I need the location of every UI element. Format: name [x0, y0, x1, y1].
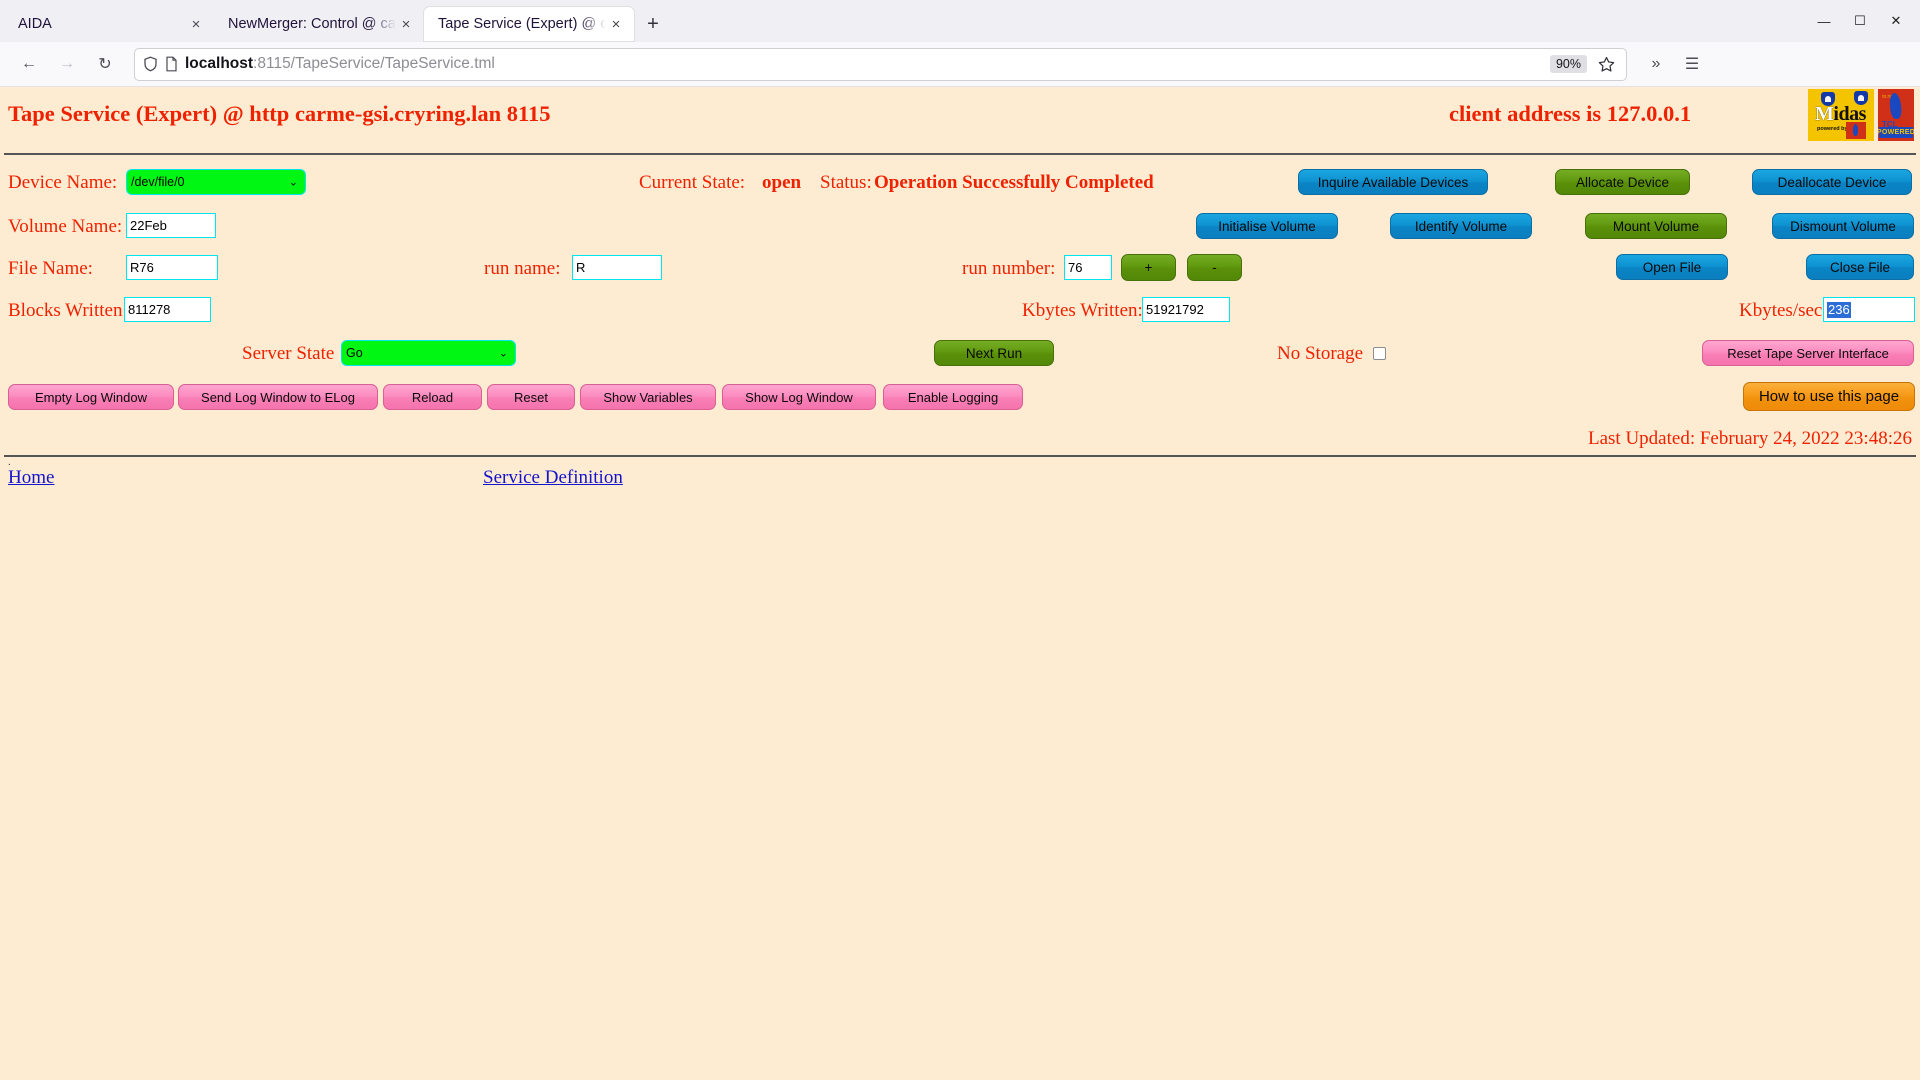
server-state-select[interactable]: Go — [341, 340, 516, 366]
kbytes-per-sec-field-wrap[interactable]: 236 — [1823, 297, 1915, 322]
tab-newmerger[interactable]: NewMerger: Control @ carme × — [214, 7, 424, 41]
run-number-decrement-button[interactable]: - — [1187, 254, 1242, 281]
page-icon — [165, 56, 178, 72]
kbytes-written-input[interactable] — [1142, 297, 1230, 322]
device-name-select[interactable]: /dev/file/0 — [126, 169, 306, 195]
server-state-label: Server State — [242, 343, 334, 365]
page-title: Tape Service (Expert) @ http carme-gsi.c… — [8, 101, 551, 127]
reset-button[interactable]: Reset — [487, 384, 575, 410]
file-name-input[interactable] — [126, 255, 218, 280]
tape-service-form: Device Name: /dev/file/0 ⌄ Current State… — [0, 155, 1920, 400]
how-to-use-this-page-button[interactable]: How to use this page — [1743, 382, 1915, 411]
no-storage-label: No Storage — [1277, 343, 1363, 365]
show-log-window-button[interactable]: Show Log Window — [722, 384, 876, 410]
url-host: localhost — [185, 55, 253, 72]
navigation-toolbar: ← → ↻ localhost:8115/TapeService/TapeSer… — [0, 42, 1920, 87]
reload-button[interactable]: Reload — [383, 384, 482, 410]
run-number-increment-button[interactable]: + — [1121, 254, 1176, 281]
show-variables-button[interactable]: Show Variables — [580, 384, 716, 410]
back-icon[interactable]: ← — [12, 47, 46, 81]
kbytes-per-sec-label: Kbytes/sec: — [1739, 300, 1828, 322]
status-label: Status: — [820, 172, 872, 194]
run-name-input[interactable] — [572, 255, 662, 280]
close-window-icon[interactable]: ✕ — [1878, 6, 1914, 36]
url-text: localhost:8115/TapeService/TapeService.t… — [185, 55, 495, 73]
empty-log-window-button[interactable]: Empty Log Window — [8, 384, 174, 410]
toolbar-right: » ☰ — [1639, 47, 1709, 81]
midas-logo-icon: Midas powered by — [1808, 89, 1874, 141]
volume-name-input[interactable] — [126, 213, 216, 238]
current-state-label: Current State: — [639, 172, 745, 194]
server-state-select-wrap[interactable]: Go ⌄ — [341, 340, 516, 366]
close-icon[interactable]: × — [186, 14, 206, 34]
run-number-label: run number: — [962, 258, 1055, 280]
tab-aida[interactable]: AIDA × — [4, 7, 214, 41]
identify-volume-button[interactable]: Identify Volume — [1390, 213, 1532, 239]
volume-name-label: Volume Name: — [8, 216, 122, 238]
next-run-button[interactable]: Next Run — [934, 340, 1054, 366]
kbytes-written-label: Kbytes Written: — [1022, 300, 1143, 322]
close-icon[interactable]: × — [606, 14, 626, 34]
enable-logging-button[interactable]: Enable Logging — [883, 384, 1023, 410]
logo-group: Midas powered by ≈≈ TCL POWERED — [1808, 89, 1914, 141]
send-log-window-to-elog-button[interactable]: Send Log Window to ELog — [178, 384, 378, 410]
tcl-powered-word: POWERED — [1879, 127, 1913, 138]
no-storage-checkbox[interactable] — [1373, 347, 1386, 360]
open-file-button[interactable]: Open File — [1616, 254, 1728, 280]
url-path: :8115/TapeService/TapeService.tml — [253, 55, 495, 72]
service-definition-link[interactable]: Service Definition — [483, 467, 623, 489]
close-icon[interactable]: × — [396, 14, 416, 34]
last-updated-text: Last Updated: February 24, 2022 23:48:26 — [1588, 428, 1912, 450]
page-content: Tape Service (Expert) @ http carme-gsi.c… — [0, 87, 1920, 1080]
browser-window: AIDA × NewMerger: Control @ carme × Tape… — [0, 0, 1920, 1080]
minimize-icon[interactable]: — — [1806, 6, 1842, 36]
reload-icon[interactable]: ↻ — [88, 47, 122, 81]
status-value: Operation Successfully Completed — [874, 172, 1154, 194]
overflow-icon[interactable]: » — [1639, 47, 1673, 81]
maximize-icon[interactable]: ☐ — [1842, 6, 1878, 36]
blocks-written-label: Blocks Written: — [8, 300, 128, 322]
forward-icon[interactable]: → — [50, 47, 84, 81]
kbytes-per-sec-selected-text: 236 — [1827, 302, 1851, 318]
new-tab-button[interactable]: + — [638, 9, 668, 39]
mount-volume-button[interactable]: Mount Volume — [1585, 213, 1727, 239]
device-name-label: Device Name: — [8, 172, 117, 194]
page-header: Tape Service (Expert) @ http carme-gsi.c… — [0, 87, 1920, 153]
device-name-select-wrap[interactable]: /dev/file/0 ⌄ — [126, 169, 306, 195]
address-bar[interactable]: localhost:8115/TapeService/TapeService.t… — [134, 48, 1627, 81]
run-number-input[interactable] — [1064, 255, 1112, 280]
midas-logo-subtext: powered by — [1817, 126, 1848, 132]
current-state-value: open — [762, 172, 801, 194]
file-name-label: File Name: — [8, 258, 93, 280]
close-file-button[interactable]: Close File — [1806, 254, 1914, 280]
initialise-volume-button[interactable]: Initialise Volume — [1196, 213, 1338, 239]
tab-title: NewMerger: Control @ carme — [228, 16, 396, 32]
allocate-device-button[interactable]: Allocate Device — [1555, 169, 1690, 195]
home-link[interactable]: Home — [8, 467, 54, 489]
blocks-written-input[interactable] — [124, 297, 211, 322]
bookmark-star-icon[interactable] — [1594, 52, 1618, 76]
dismount-volume-button[interactable]: Dismount Volume — [1772, 213, 1914, 239]
footer-links: . Home Service Definition — [0, 457, 1920, 517]
run-name-label: run name: — [484, 258, 561, 280]
shield-icon — [143, 56, 158, 72]
inquire-available-devices-button[interactable]: Inquire Available Devices — [1298, 169, 1488, 195]
tab-title: Tape Service (Expert) @ carm — [438, 16, 606, 32]
tab-title: AIDA — [18, 16, 186, 32]
window-controls: — ☐ ✕ — [1806, 6, 1914, 36]
tcl-powered-logo-icon: ≈≈ TCL POWERED — [1878, 89, 1914, 141]
app-menu-icon[interactable]: ☰ — [1675, 47, 1709, 81]
zoom-level-badge[interactable]: 90% — [1550, 55, 1587, 73]
deallocate-device-button[interactable]: Deallocate Device — [1752, 169, 1912, 195]
tab-tape-service[interactable]: Tape Service (Expert) @ carm × — [424, 7, 634, 41]
reset-tape-server-interface-button[interactable]: Reset Tape Server Interface — [1702, 340, 1914, 366]
client-address: client address is 127.0.0.1 — [1449, 101, 1691, 127]
tab-strip: AIDA × NewMerger: Control @ carme × Tape… — [0, 0, 1920, 42]
